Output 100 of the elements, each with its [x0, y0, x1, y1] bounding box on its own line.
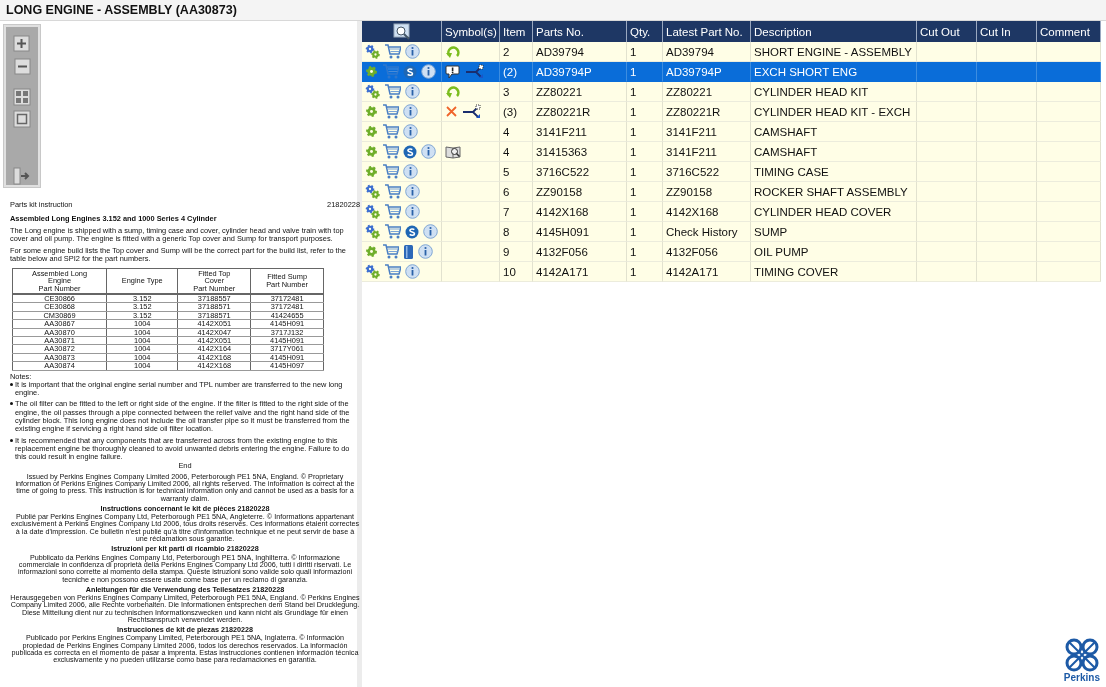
cart-icon[interactable] [382, 144, 399, 159]
part-number-cell: ZZ80221 [533, 82, 627, 102]
info-icon[interactable] [405, 84, 420, 99]
info-icon[interactable] [423, 224, 438, 239]
column-header[interactable]: Cut In [977, 21, 1037, 42]
latest-part-cell: 3716C522 [663, 162, 751, 182]
gear-icon[interactable] [365, 245, 378, 258]
part-number-cell: 3141F211 [533, 122, 627, 142]
column-header[interactable]: Parts No. [533, 21, 627, 42]
description-cell: CAMSHAFT [751, 122, 917, 142]
column-header[interactable]: Latest Part No. [663, 21, 751, 42]
column-header[interactable]: Description [751, 21, 917, 42]
gears-icon[interactable] [365, 44, 380, 59]
description-cell: CYLINDER HEAD KIT - EXCH [751, 102, 917, 122]
gear-icon[interactable] [365, 145, 378, 158]
cut-out-cell [917, 62, 977, 82]
cart-icon[interactable] [384, 224, 401, 239]
s-badge-icon[interactable] [405, 224, 419, 239]
info-icon[interactable] [405, 184, 420, 199]
cart-icon[interactable] [384, 44, 401, 59]
zoom-out-icon [13, 57, 31, 76]
comment-cell [1037, 242, 1101, 262]
info-icon[interactable] [403, 164, 418, 179]
gears-icon[interactable] [365, 224, 380, 239]
gear-icon[interactable] [365, 165, 378, 178]
description-cell: OIL PUMP [751, 242, 917, 262]
cut-out-cell [917, 222, 977, 242]
gears-icon[interactable] [365, 84, 380, 99]
comment-cell [1037, 62, 1101, 82]
quantity-cell: 1 [627, 162, 663, 182]
search-column-header[interactable] [362, 21, 442, 42]
cut-out-cell [917, 162, 977, 182]
description-cell: CYLINDER HEAD KIT [751, 82, 917, 102]
info-icon[interactable] [421, 64, 436, 79]
item-cell: 6 [500, 182, 533, 202]
cut-out-cell [917, 142, 977, 162]
cut-out-cell [917, 202, 977, 222]
grid-button[interactable] [12, 87, 32, 107]
comment-cell [1037, 162, 1101, 182]
item-cell: 2 [500, 42, 533, 62]
zoom-out-button[interactable] [12, 57, 32, 76]
description-cell: EXCH SHORT ENG [751, 62, 917, 82]
quantity-cell: 1 [627, 182, 663, 202]
column-header[interactable]: Item [500, 21, 533, 42]
column-header[interactable]: Qty. [627, 21, 663, 42]
cut-in-cell [977, 122, 1037, 142]
cart-icon[interactable] [382, 164, 399, 179]
single-button[interactable] [12, 110, 32, 129]
info-icon[interactable] [403, 124, 418, 139]
gear-icon[interactable] [365, 65, 378, 78]
cart-icon[interactable] [384, 204, 401, 219]
s-badge-icon[interactable] [403, 144, 417, 159]
comment-cell [1037, 82, 1101, 102]
comment-cell [1037, 142, 1101, 162]
info-icon[interactable] [405, 44, 420, 59]
quantity-cell: 1 [627, 42, 663, 62]
gears-icon[interactable] [365, 184, 380, 199]
part-number-cell: ZZ80221R [533, 102, 627, 122]
quantity-cell: 1 [627, 142, 663, 162]
s-badge-icon[interactable] [403, 64, 417, 79]
cart-icon[interactable] [382, 244, 399, 259]
quantity-cell: 1 [627, 242, 663, 262]
export-button[interactable] [12, 166, 32, 186]
latest-part-cell: ZZ80221 [663, 82, 751, 102]
column-header[interactable]: Comment [1037, 21, 1101, 42]
gears-icon[interactable] [365, 204, 380, 219]
cart-icon[interactable] [384, 264, 401, 279]
cut-out-cell [917, 262, 977, 282]
cart-icon[interactable] [382, 104, 399, 119]
bullet-icon [10, 382, 13, 386]
quantity-cell: 1 [627, 62, 663, 82]
cart-icon[interactable] [382, 124, 399, 139]
cart-icon[interactable] [384, 84, 401, 99]
cut-in-cell [977, 62, 1037, 82]
part-number-cell: 4142A171 [533, 262, 627, 282]
column-header[interactable]: Cut Out [917, 21, 977, 42]
info-icon[interactable] [421, 144, 436, 159]
cart-icon[interactable] [384, 184, 401, 199]
description-cell: TIMING CASE [751, 162, 917, 182]
gear-icon[interactable] [365, 125, 378, 138]
rotate-icon [445, 44, 461, 59]
column-header[interactable]: Symbol(s) [442, 21, 500, 42]
cross-icon [445, 105, 458, 118]
description-cell: SUMP [751, 222, 917, 242]
info-icon[interactable] [405, 264, 420, 279]
cut-in-cell [977, 82, 1037, 102]
cut-in-cell [977, 222, 1037, 242]
gears-icon[interactable] [365, 264, 380, 279]
zoom-in-icon [13, 35, 31, 54]
zoom-in-button[interactable] [12, 35, 32, 54]
info-icon[interactable] [418, 244, 433, 259]
info-icon[interactable] [403, 104, 418, 119]
bullet-icon [10, 438, 13, 442]
info-icon[interactable] [405, 204, 420, 219]
cut-in-cell [977, 202, 1037, 222]
item-cell: 4 [500, 122, 533, 142]
manual-icon[interactable] [403, 243, 414, 260]
gear-icon[interactable] [365, 105, 378, 118]
description-cell: CYLINDER HEAD COVER [751, 202, 917, 222]
split-arrow-icon [465, 63, 485, 80]
